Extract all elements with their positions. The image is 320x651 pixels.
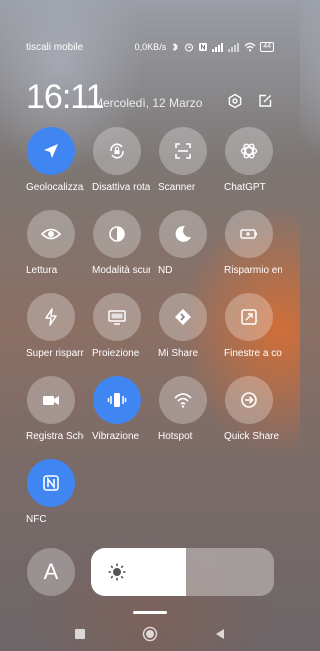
brightness-slider[interactable] — [91, 548, 274, 596]
moon-icon[interactable] — [159, 210, 207, 258]
vibration-icon[interactable] — [93, 376, 141, 424]
tile-label: Modalità scura — [92, 265, 150, 276]
eye-icon[interactable] — [27, 210, 75, 258]
tile-chatgpt[interactable]: ChatGPT — [224, 127, 298, 219]
wifi-icon — [244, 42, 256, 52]
status-bar: tiscali mobile 0,0KB/s 44 — [26, 40, 274, 54]
edit-icon[interactable] — [256, 92, 274, 110]
navigation-bar — [0, 618, 300, 648]
tile-risparmio-energetico[interactable]: Risparmio energetico — [224, 210, 298, 302]
battery-icon: 44 — [260, 42, 274, 52]
lightning-icon[interactable] — [27, 293, 75, 341]
tile-label: Mi Share — [158, 348, 199, 359]
tile-proiezione[interactable]: Proiezione — [92, 293, 166, 385]
tile-label: Hotspot — [158, 431, 193, 442]
tile-disattiva-rotazione[interactable]: Disattiva rotazione — [92, 127, 166, 219]
tile-label: Vibrazione — [92, 431, 140, 442]
dark-mode-icon[interactable] — [93, 210, 141, 258]
drag-handle[interactable] — [133, 611, 167, 614]
network-speed: 0,0KB/s — [134, 42, 167, 52]
tile-lettura[interactable]: Lettura — [26, 210, 100, 302]
nfc-icon[interactable] — [27, 459, 75, 507]
tile-nfc[interactable]: NFC — [26, 459, 100, 551]
sun-icon — [107, 562, 127, 582]
tile-mi-share[interactable]: Mi Share — [158, 293, 232, 385]
back-button[interactable] — [212, 626, 228, 642]
quick-share-icon[interactable] — [225, 376, 273, 424]
clock[interactable]: 16:11 — [26, 78, 105, 117]
tile-super-risparmio[interactable]: Super risparmio — [26, 293, 100, 385]
nfc-status-icon — [198, 42, 208, 52]
auto-brightness-button[interactable]: A — [27, 548, 75, 596]
hotspot-icon[interactable] — [159, 376, 207, 424]
scanner-icon[interactable] — [159, 127, 207, 175]
tile-scanner[interactable]: Scanner — [158, 127, 232, 219]
tile-label: Disattiva rotazione — [92, 182, 150, 193]
recents-button[interactable] — [72, 626, 88, 642]
tile-label: Geolocalizzazione — [26, 182, 84, 193]
floating-window-icon[interactable] — [225, 293, 273, 341]
tile-hotspot[interactable]: Hotspot — [158, 376, 232, 468]
mi-share-icon[interactable] — [159, 293, 207, 341]
tile-label: NFC — [26, 514, 47, 525]
tile-label: Lettura — [26, 265, 58, 276]
tile-nd[interactable]: ND — [158, 210, 232, 302]
tile-modalita-scura[interactable]: Modalità scura — [92, 210, 166, 302]
signal-2-icon — [228, 42, 240, 52]
rotation-lock-icon[interactable] — [93, 127, 141, 175]
chatgpt-icon[interactable] — [225, 127, 273, 175]
home-button[interactable] — [142, 626, 158, 642]
tile-registra-schermo[interactable]: Registra Schermo — [26, 376, 100, 468]
tile-vibrazione[interactable]: Vibrazione — [92, 376, 166, 468]
settings-icon[interactable] — [226, 92, 244, 110]
tile-label: Registra Schermo — [26, 431, 84, 442]
tile-label: Quick Share — [224, 431, 280, 442]
tile-label: Proiezione — [92, 348, 140, 359]
date-label[interactable]: Mercoledì, 12 Marzo — [93, 96, 202, 110]
monitor-icon[interactable] — [93, 293, 141, 341]
alarm-icon — [184, 42, 194, 52]
tile-label: ChatGPT — [224, 182, 266, 193]
signal-icon — [212, 42, 224, 52]
tile-quick-share[interactable]: Quick Share — [224, 376, 298, 468]
tile-finestre-a-comparsa[interactable]: Finestre a comparsa — [224, 293, 298, 385]
tile-label: Finestre a comparsa — [224, 348, 282, 359]
tile-label: Super risparmio — [26, 348, 84, 359]
brightness-slider-fill — [91, 548, 187, 596]
tile-label: Risparmio energetico — [224, 265, 282, 276]
header: 16:11 Mercoledì, 12 Marzo — [26, 78, 274, 118]
tile-geolocalizzazione[interactable]: Geolocalizzazione — [26, 127, 100, 219]
battery-saver-icon[interactable] — [225, 210, 273, 258]
tile-label: ND — [158, 265, 173, 276]
video-camera-icon[interactable] — [27, 376, 75, 424]
bluetooth-icon — [170, 42, 180, 52]
location-arrow-icon[interactable] — [27, 127, 75, 175]
status-icons: 0,0KB/s 44 — [135, 42, 274, 52]
carrier-name: tiscali mobile — [26, 41, 84, 53]
tile-label: Scanner — [158, 182, 196, 193]
